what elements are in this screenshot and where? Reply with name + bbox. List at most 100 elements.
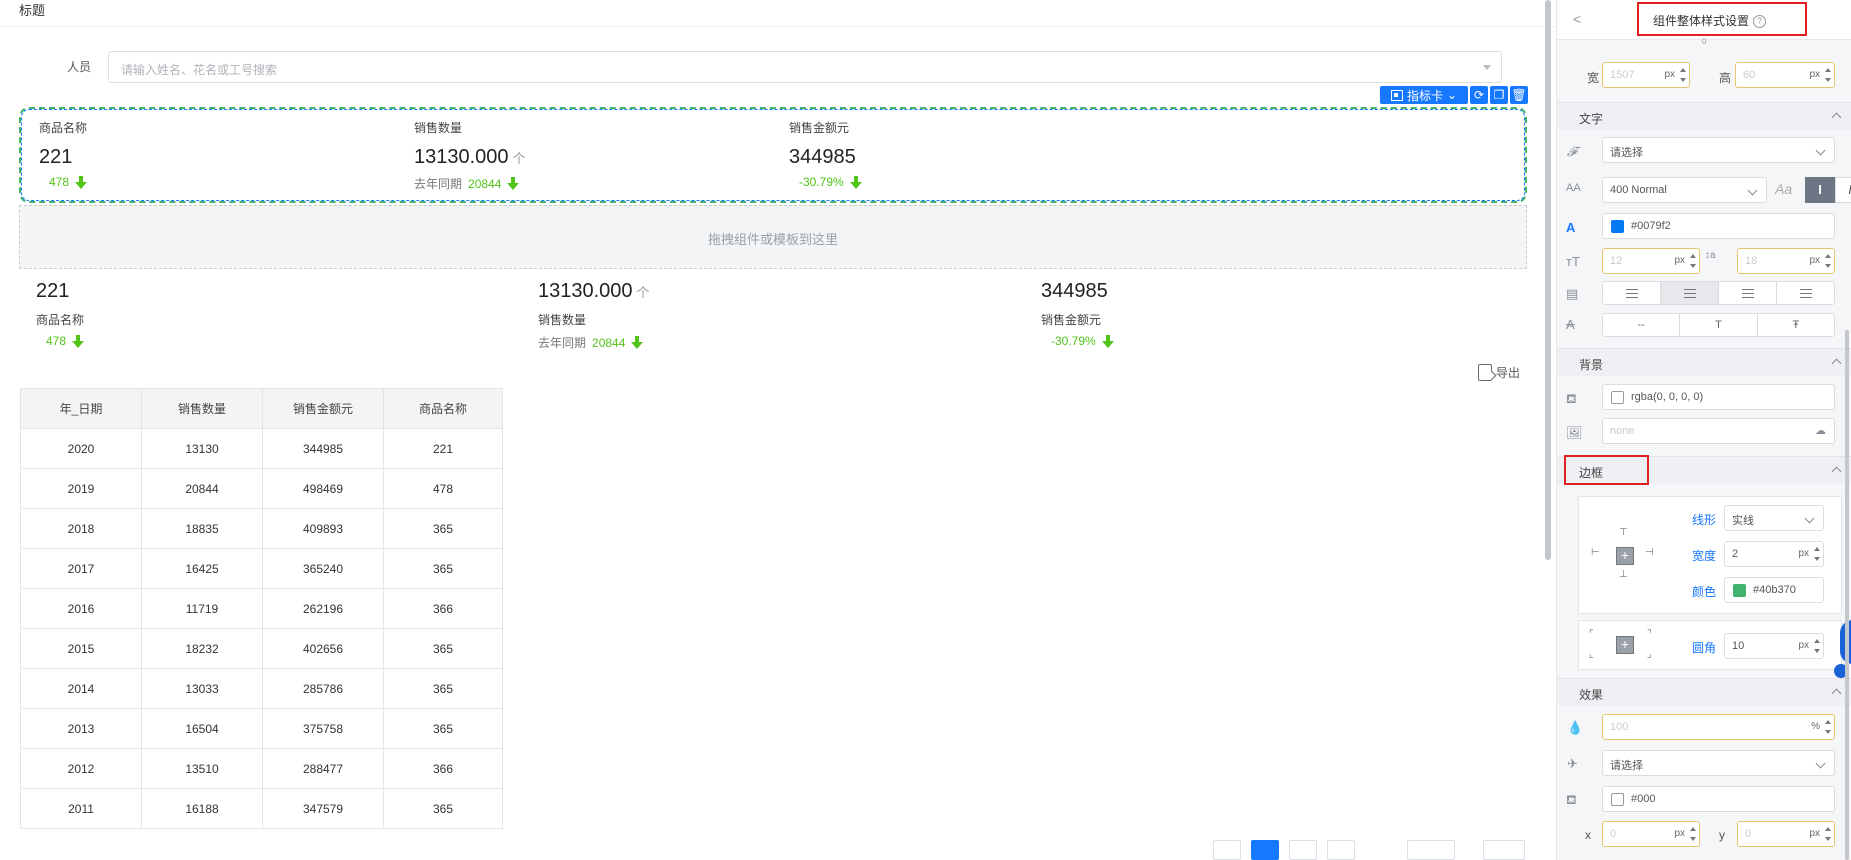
stepper-icon[interactable]: [1825, 67, 1831, 83]
column-header[interactable]: 销售金额元: [262, 388, 384, 429]
arrow-down-icon: [849, 175, 862, 189]
align-right-button[interactable]: [1719, 282, 1777, 304]
color-swatch[interactable]: [1611, 391, 1624, 404]
border-radius-input[interactable]: 10 px: [1724, 633, 1824, 659]
stepper-icon[interactable]: [1680, 67, 1686, 83]
delete-button[interactable]: 🗑: [1510, 86, 1528, 104]
stepper-icon[interactable]: [1690, 826, 1696, 842]
page-title[interactable]: 标题: [19, 0, 45, 19]
metric-compare-value: -30.79%: [799, 175, 844, 189]
border-style-select[interactable]: 实线: [1724, 505, 1824, 531]
canvas-scrollbar[interactable]: [1545, 0, 1551, 560]
background-image-value: none: [1610, 425, 1635, 437]
stepper-icon[interactable]: [1690, 253, 1696, 269]
border-right-icon[interactable]: ⊣: [1645, 547, 1654, 558]
line-height-icon: ↕a: [1705, 250, 1716, 261]
metric-card[interactable]: 221 商品名称 478: [36, 280, 85, 348]
panel-title: 组件整体样式设置: [1653, 14, 1750, 28]
decoration-strike-button[interactable]: Ŧ: [1758, 314, 1834, 336]
export-button[interactable]: 导出: [1478, 364, 1520, 381]
corner-all-icon[interactable]: [1616, 636, 1634, 654]
metric-card-row-selected[interactable]: 商品名称 221 478 销售数量 13130.000 个 去年同期 20844 销…: [19, 107, 1527, 203]
person-filter-select[interactable]: 请输入姓名、花名或工号搜索: [108, 51, 1502, 83]
refresh-button[interactable]: ⟳: [1470, 86, 1488, 104]
color-swatch[interactable]: [1611, 220, 1624, 233]
help-icon[interactable]: ?: [1753, 15, 1767, 28]
page-button-active[interactable]: [1251, 840, 1279, 860]
page-button[interactable]: [1327, 840, 1355, 860]
border-left-icon[interactable]: ⊢: [1591, 547, 1600, 558]
border-all-icon[interactable]: [1616, 547, 1634, 565]
component-type-button[interactable]: 指标卡 ⌄: [1380, 86, 1468, 104]
chevron-up-icon: [1831, 466, 1842, 477]
metric-card[interactable]: 344985 销售金额元 -30.79%: [1041, 280, 1114, 348]
stepper-icon[interactable]: [1814, 546, 1820, 562]
copy-button[interactable]: ❐: [1490, 86, 1508, 104]
background-image-input[interactable]: none ☁: [1602, 418, 1835, 444]
align-right-icon: [1741, 288, 1754, 298]
border-top-icon[interactable]: ⊤: [1619, 527, 1628, 538]
column-header[interactable]: 商品名称: [383, 388, 503, 429]
animation-select[interactable]: 请选择: [1602, 750, 1835, 776]
column-header[interactable]: 销售数量: [141, 388, 263, 429]
shadow-color-input[interactable]: #000: [1602, 786, 1835, 812]
border-width-input[interactable]: 2 px: [1724, 541, 1824, 567]
stepper-icon[interactable]: [1825, 253, 1831, 269]
table-row: 2018 18835 409893 365: [20, 508, 503, 549]
line-height-input[interactable]: 18 px: [1737, 248, 1835, 274]
copy-icon: ❐: [1493, 88, 1505, 102]
stepper-icon[interactable]: [1814, 638, 1820, 654]
effect-section-header[interactable]: 效果: [1557, 678, 1851, 706]
table-cell: 2012: [20, 748, 142, 789]
upload-icon[interactable]: ☁: [1815, 424, 1826, 437]
border-highlight-box: [1564, 455, 1649, 485]
metric-card[interactable]: 13130.000 个 销售数量 去年同期 20844: [538, 280, 650, 351]
panel-scrollbar[interactable]: [1845, 330, 1849, 860]
opacity-input[interactable]: 100 %: [1602, 714, 1835, 740]
corner-bottom-left-icon[interactable]: ⌞: [1589, 649, 1594, 660]
font-family-select[interactable]: 请选择: [1602, 137, 1835, 163]
stepper-icon[interactable]: [1825, 826, 1831, 842]
column-header[interactable]: 年_日期: [20, 388, 142, 429]
italic-style-button[interactable]: I: [1835, 177, 1851, 203]
metric-card[interactable]: 销售金额元 344985 -30.79%: [789, 119, 862, 189]
table-row: 2015 18232 402656 365: [20, 628, 503, 669]
text-section-header[interactable]: 文字: [1557, 102, 1851, 130]
metric-trend: 个: [512, 151, 526, 166]
font-color-input[interactable]: #0079f2: [1602, 213, 1835, 239]
align-justify-button[interactable]: [1777, 282, 1834, 304]
chevron-left-icon[interactable]: <: [1573, 11, 1581, 27]
table-cell: 365: [383, 668, 503, 709]
color-swatch[interactable]: [1733, 584, 1746, 597]
table-cell: 2014: [20, 668, 142, 709]
corner-top-left-icon[interactable]: ⌜: [1589, 629, 1594, 640]
drop-zone[interactable]: 拖拽组件或模板到这里: [19, 205, 1527, 269]
corner-top-right-icon[interactable]: ⌝: [1647, 629, 1652, 640]
width-input[interactable]: 1507 px: [1602, 62, 1690, 88]
page-button[interactable]: [1289, 840, 1317, 860]
border-color-input[interactable]: #40b370: [1724, 577, 1824, 603]
height-input[interactable]: 60 px: [1735, 62, 1835, 88]
metric-card[interactable]: 商品名称 221 478: [39, 119, 88, 189]
decoration-none-button[interactable]: --: [1603, 314, 1681, 336]
page-button[interactable]: [1213, 840, 1241, 860]
background-color-input[interactable]: rgba(0, 0, 0, 0): [1602, 384, 1835, 410]
unit-label: %: [1811, 721, 1820, 732]
border-bottom-icon[interactable]: ⊥: [1619, 569, 1628, 580]
shadow-y-input[interactable]: 0 px: [1737, 821, 1835, 847]
stepper-icon[interactable]: [1825, 719, 1831, 735]
page-jump-input[interactable]: [1483, 840, 1525, 860]
color-swatch[interactable]: [1611, 793, 1624, 806]
font-weight-select[interactable]: 400 Normal: [1602, 177, 1767, 203]
align-center-button[interactable]: [1661, 282, 1719, 304]
table-cell: 365240: [262, 548, 384, 589]
decoration-underline-button[interactable]: T: [1680, 314, 1758, 336]
page-size-select[interactable]: [1407, 840, 1455, 860]
normal-style-button[interactable]: I: [1805, 177, 1835, 203]
background-section-header[interactable]: 背景: [1557, 348, 1851, 376]
align-left-button[interactable]: [1603, 282, 1661, 304]
corner-bottom-right-icon[interactable]: ⌟: [1647, 649, 1652, 660]
font-size-input[interactable]: 12 px: [1602, 248, 1700, 274]
shadow-x-input[interactable]: 0 px: [1602, 821, 1700, 847]
metric-card[interactable]: 销售数量 13130.000 个 去年同期 20844: [414, 119, 526, 192]
